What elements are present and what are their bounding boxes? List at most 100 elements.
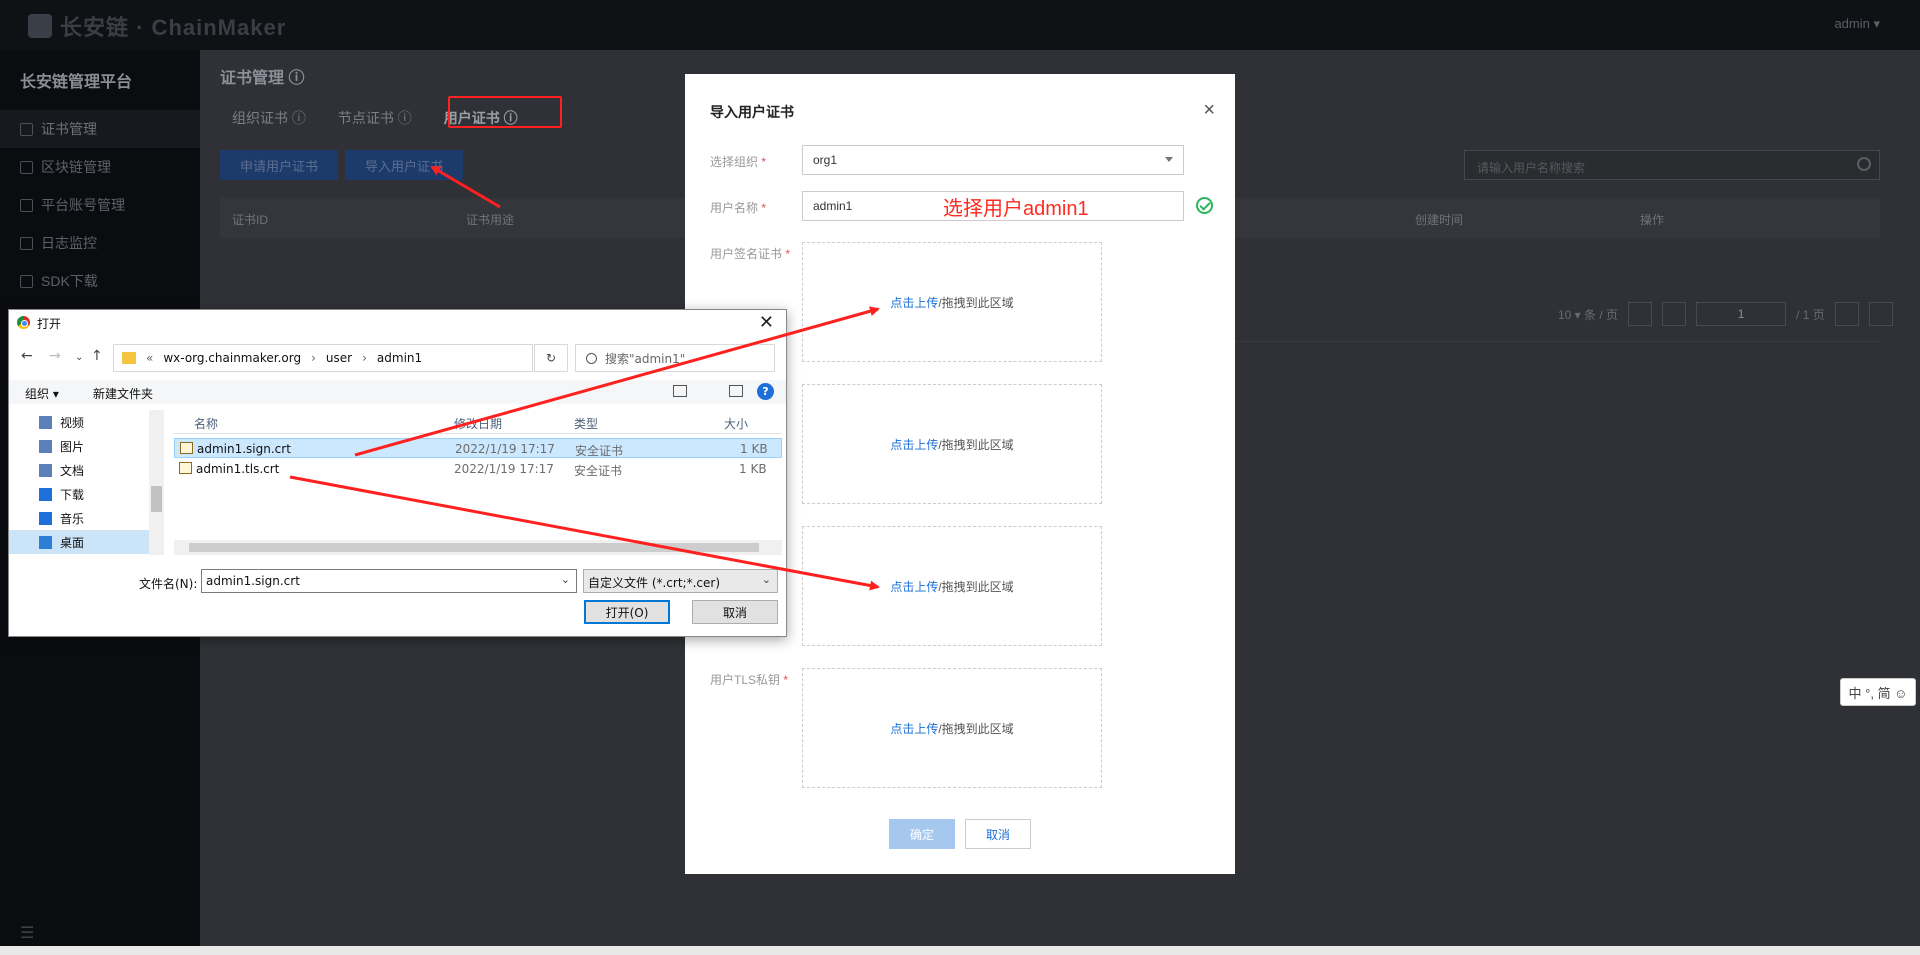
file-list: 名称 修改日期 类型 大小 admin1.sign.crt 2022/1/19 …	[174, 410, 782, 555]
file-type: 安全证书	[575, 444, 624, 458]
page-number-input[interactable]: 1	[1696, 302, 1787, 326]
file-row[interactable]: admin1.sign.crt 2022/1/19 17:17 安全证书 1 K…	[174, 438, 782, 458]
search-input[interactable]: 请输入用户名称搜索	[1464, 150, 1880, 180]
upload-link[interactable]: 点击上传	[890, 436, 938, 453]
search-placeholder: 请输入用户名称搜索	[1477, 161, 1586, 175]
prev-page-button[interactable]	[1662, 302, 1687, 326]
tree-item-videos[interactable]: 视频	[9, 410, 164, 434]
open-button[interactable]: 打开(O)	[584, 600, 670, 624]
sidebar-item-log[interactable]: 日志监控	[0, 224, 200, 262]
page-size-select[interactable]: 10 ▾ 条 / 页	[1558, 306, 1618, 323]
file-list-scrollbar[interactable]	[174, 540, 782, 555]
file-type: 安全证书	[574, 464, 623, 478]
sidebar-item-label: 区块链管理	[41, 159, 111, 175]
chevron-down-icon[interactable]: ⌄	[561, 573, 570, 586]
help-icon[interactable]: ?	[757, 383, 774, 400]
check-icon	[1196, 197, 1213, 214]
sidebar-item-label: 证书管理	[41, 121, 97, 137]
tree-item-desktop[interactable]: 桌面	[9, 530, 164, 554]
filename-value: admin1.sign.crt	[206, 574, 300, 588]
col-size[interactable]: 大小	[724, 415, 748, 432]
tree-item-label: 图片	[60, 439, 85, 454]
scrollbar-thumb[interactable]	[189, 543, 759, 552]
close-icon[interactable]: ×	[1203, 100, 1215, 120]
cancel-button[interactable]: 取消	[965, 819, 1031, 849]
breadcrumb-admin1[interactable]: admin1	[377, 351, 422, 365]
modal-title: 导入用户证书	[710, 104, 794, 120]
view-options-icon[interactable]	[673, 385, 687, 397]
tree-item-label: 视频	[60, 415, 85, 430]
logo-text: 长安链 · ChainMaker	[60, 15, 287, 40]
col-type[interactable]: 类型	[574, 415, 598, 432]
search-icon[interactable]	[1857, 157, 1871, 171]
upload-link[interactable]: 点击上传	[890, 294, 938, 311]
folder-search-input[interactable]: 搜索"admin1"	[575, 344, 775, 372]
organize-menu[interactable]: 组织 ▾	[25, 385, 59, 402]
last-page-button[interactable]	[1868, 302, 1893, 326]
first-page-button[interactable]	[1628, 302, 1653, 326]
sidebar-item-sdk[interactable]: SDK下载	[0, 262, 200, 300]
upload-link[interactable]: 点击上传	[890, 578, 938, 595]
upload-area[interactable]: 点击上传/拖拽到此区域	[802, 668, 1102, 788]
upload-area[interactable]: 点击上传/拖拽到此区域	[802, 526, 1102, 646]
log-icon	[20, 236, 33, 250]
file-open-dialog: 打开 ✕ ← → ⌄ ↑ « wx-org.chainmaker.org › u…	[8, 309, 787, 637]
scrollbar-thumb[interactable]	[151, 486, 162, 512]
org-select[interactable]: org1	[802, 145, 1184, 175]
refresh-icon[interactable]: ↻	[534, 344, 568, 372]
collapse-menu-icon[interactable]: ☰	[20, 923, 34, 943]
tab-org-cert[interactable]: 组织证书 ⓘ	[220, 100, 318, 136]
upload-area[interactable]: 点击上传/拖拽到此区域	[802, 242, 1102, 362]
confirm-button[interactable]: 确定	[889, 819, 955, 849]
import-user-cert-button[interactable]: 导入用户证书	[345, 150, 464, 180]
download-icon	[20, 274, 33, 288]
sidebar-item-label: 日志监控	[41, 235, 97, 251]
user-menu[interactable]: admin ▾	[1834, 16, 1880, 32]
tls-key-label: 用户TLS私钥 *	[710, 673, 789, 687]
tree-item-downloads[interactable]: 下载	[9, 482, 164, 506]
nav-row: ← → ⌄ ↑ « wx-org.chainmaker.org › user ›…	[9, 344, 786, 372]
forward-arrow-icon[interactable]: →	[49, 348, 61, 364]
col-cert-usage: 证书用途	[466, 213, 515, 227]
video-icon	[39, 415, 52, 429]
page-title: 证书管理 ⓘ	[220, 70, 305, 87]
path-separator: ›	[311, 351, 316, 365]
tree-item-pictures[interactable]: 图片	[9, 434, 164, 458]
sidebar-item-chain[interactable]: 区块链管理	[0, 148, 200, 186]
file-row[interactable]: admin1.tls.crt 2022/1/19 17:17 安全证书 1 KB	[174, 459, 782, 479]
dialog-title: 打开	[37, 317, 62, 331]
tree-item-music[interactable]: 音乐	[9, 506, 164, 530]
preview-pane-icon[interactable]	[729, 385, 743, 397]
tree-item-documents[interactable]: 文档	[9, 458, 164, 482]
tree-scrollbar[interactable]	[149, 410, 164, 555]
filename-input[interactable]: admin1.sign.crt ⌄	[201, 569, 577, 593]
back-arrow-icon[interactable]: ←	[21, 348, 33, 364]
up-arrow-icon[interactable]: ↑	[91, 348, 103, 364]
path-separator: ›	[362, 351, 367, 365]
breadcrumb-org[interactable]: wx-org.chainmaker.org	[163, 351, 301, 365]
top-navbar: 长安链 · ChainMaker admin ▾	[0, 0, 1920, 50]
address-bar[interactable]: « wx-org.chainmaker.org › user › admin1	[113, 344, 533, 372]
path-overflow[interactable]: «	[146, 351, 153, 365]
recent-chevron-icon[interactable]: ⌄	[75, 352, 83, 363]
breadcrumb-user[interactable]: user	[326, 351, 352, 365]
close-icon[interactable]: ✕	[759, 312, 774, 333]
tab-node-cert[interactable]: 节点证书 ⓘ	[326, 100, 424, 136]
ime-toolbar[interactable]: 中 °, 简 ☺	[1840, 678, 1916, 706]
sidebar-item-cert[interactable]: 证书管理	[0, 110, 200, 148]
annotation-tab-highlight	[448, 96, 562, 128]
dialog-cancel-button[interactable]: 取消	[692, 600, 778, 624]
col-modified[interactable]: 修改日期	[454, 415, 502, 432]
next-page-button[interactable]	[1834, 302, 1859, 326]
upload-area[interactable]: 点击上传/拖拽到此区域	[802, 384, 1102, 504]
tree-item-label: 音乐	[60, 511, 85, 526]
new-folder-button[interactable]: 新建文件夹	[93, 385, 153, 402]
sidebar-item-account[interactable]: 平台账号管理	[0, 186, 200, 224]
filetype-select[interactable]: 自定义文件 (*.crt;*.cer) ⌄	[583, 569, 778, 593]
col-cert-id: 证书ID	[232, 213, 269, 227]
total-pages: / 1 页	[1796, 307, 1825, 322]
col-name[interactable]: 名称	[194, 415, 218, 432]
upload-link[interactable]: 点击上传	[890, 720, 938, 737]
upload-hint: /拖拽到此区域	[938, 721, 1014, 736]
apply-user-cert-button[interactable]: 申请用户证书	[220, 150, 339, 180]
